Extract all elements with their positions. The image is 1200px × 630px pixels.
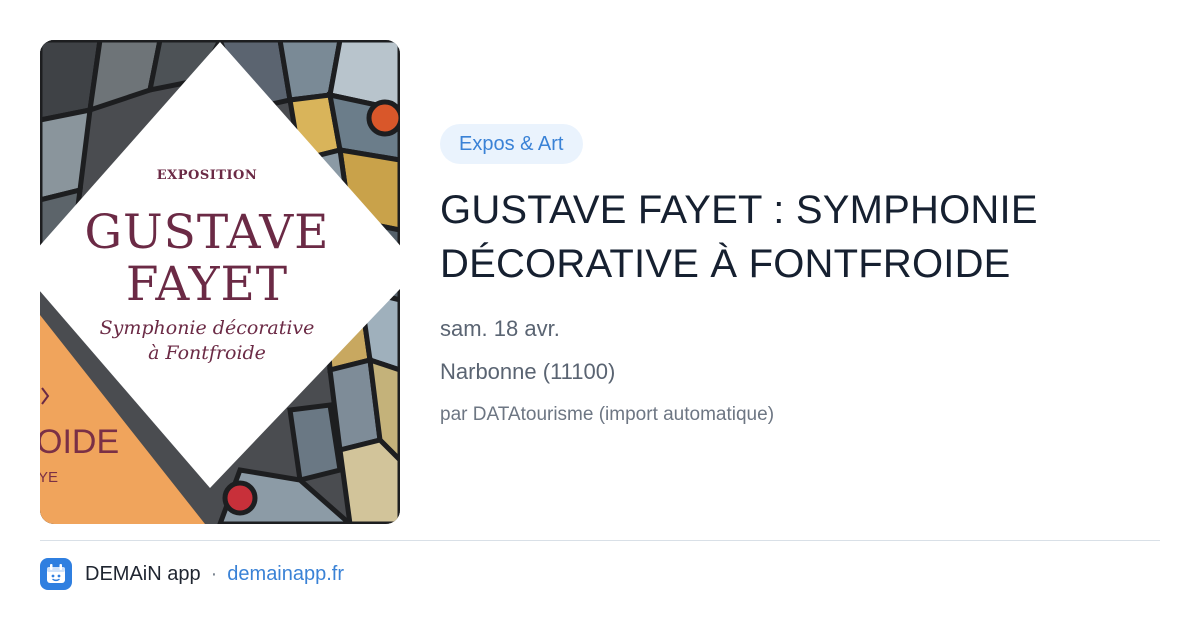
event-location: Narbonne (11100) bbox=[440, 359, 616, 384]
event-title[interactable]: GUSTAVE FAYET : SYMPHONIE DÉCORATIVE À F… bbox=[440, 183, 1140, 291]
app-logo-graphic bbox=[47, 564, 65, 583]
poster-orange-text: OIDE bbox=[40, 423, 119, 461]
event-poster-graphic: EXPOSITION GUSTAVE FAYET Symphonie décor… bbox=[40, 40, 400, 524]
footer: DEMAiN app · demainapp.fr bbox=[40, 557, 344, 591]
poster-subtitle-line2: à Fontfroide bbox=[148, 342, 266, 364]
poster-subtitle-line1: Symphonie décorative bbox=[100, 317, 315, 339]
app-website-link[interactable]: demainapp.fr bbox=[227, 563, 344, 586]
event-source: par DATAtourisme (import automatique) bbox=[440, 404, 775, 425]
poster-eyebrow: EXPOSITION bbox=[157, 168, 258, 183]
footer-divider bbox=[40, 540, 1160, 541]
poster-name-line2: FAYET bbox=[126, 257, 288, 312]
footer-separator: · bbox=[210, 562, 218, 585]
event-date: sam. 18 avr. bbox=[440, 316, 560, 341]
category-badge[interactable]: Expos & Art bbox=[440, 124, 583, 164]
event-image[interactable]: EXPOSITION GUSTAVE FAYET Symphonie décor… bbox=[40, 40, 400, 524]
app-logo-icon[interactable] bbox=[40, 558, 72, 590]
app-name: DEMAiN app bbox=[85, 562, 201, 585]
poster-orange-subtext: YE bbox=[40, 469, 58, 486]
poster-name-line1: GUSTAVE bbox=[85, 205, 330, 260]
